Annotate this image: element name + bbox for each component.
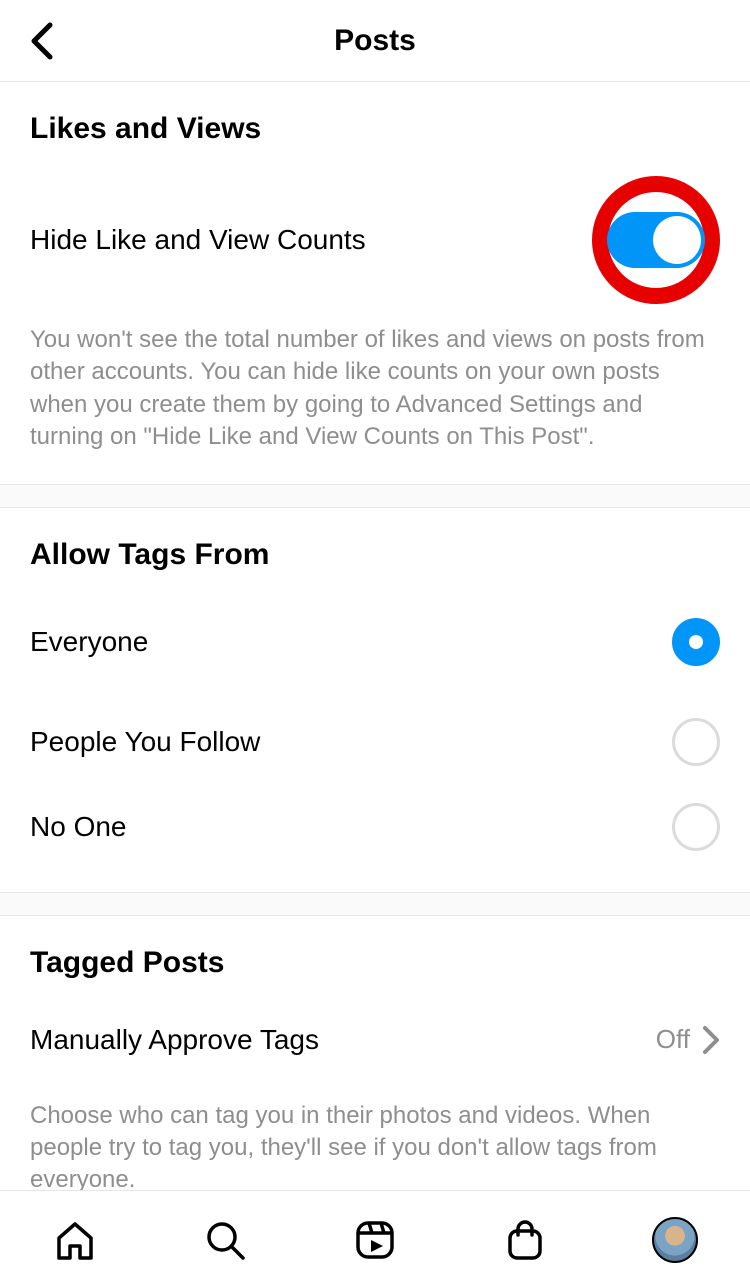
reels-icon [353, 1218, 397, 1262]
hide-counts-toggle[interactable] [607, 212, 705, 268]
allow-tags-option-label: People You Follow [30, 726, 260, 758]
section-divider [0, 892, 750, 916]
tab-search[interactable] [201, 1216, 249, 1264]
row-right-value: Off [656, 1024, 720, 1055]
hide-counts-description: You won't see the total number of likes … [0, 314, 750, 484]
row-hide-like-view-counts: Hide Like and View Counts [0, 146, 750, 314]
tab-reels[interactable] [351, 1216, 399, 1264]
search-icon [203, 1218, 247, 1262]
toggle-knob-icon [653, 216, 701, 264]
profile-avatar-icon [652, 1217, 698, 1263]
section-heading-allow-tags: Allow Tags From [0, 508, 750, 572]
radio-row-no-one[interactable]: No One [0, 792, 750, 892]
tagged-posts-description: Choose who can tag you in their photos a… [0, 1090, 750, 1190]
back-chevron-icon [28, 21, 56, 61]
page-title: Posts [334, 24, 416, 58]
header: Posts [0, 0, 750, 82]
hide-counts-toggle-highlight [592, 176, 720, 304]
bottom-tab-bar [0, 1190, 750, 1288]
allow-tags-option-label: Everyone [30, 626, 148, 658]
chevron-right-icon [702, 1025, 720, 1055]
manually-approve-label: Manually Approve Tags [30, 1024, 319, 1056]
tab-shop[interactable] [501, 1216, 549, 1264]
tab-home[interactable] [51, 1216, 99, 1264]
radio-row-everyone[interactable]: Everyone [0, 592, 750, 692]
hide-counts-label: Hide Like and View Counts [30, 224, 366, 256]
home-icon [53, 1218, 97, 1262]
radio-button[interactable] [672, 803, 720, 851]
allow-tags-option-label: No One [30, 811, 127, 843]
section-heading-tagged-posts: Tagged Posts [0, 916, 750, 980]
radio-button[interactable] [672, 718, 720, 766]
section-heading-likes-views: Likes and Views [0, 82, 750, 146]
radio-row-people-you-follow[interactable]: People You Follow [0, 692, 750, 792]
radio-button-selected[interactable] [672, 618, 720, 666]
row-manually-approve-tags[interactable]: Manually Approve Tags Off [0, 990, 750, 1090]
section-divider [0, 484, 750, 508]
back-button[interactable] [20, 19, 64, 63]
tab-profile[interactable] [651, 1216, 699, 1264]
manually-approve-value: Off [656, 1024, 690, 1055]
shop-icon [503, 1218, 547, 1262]
